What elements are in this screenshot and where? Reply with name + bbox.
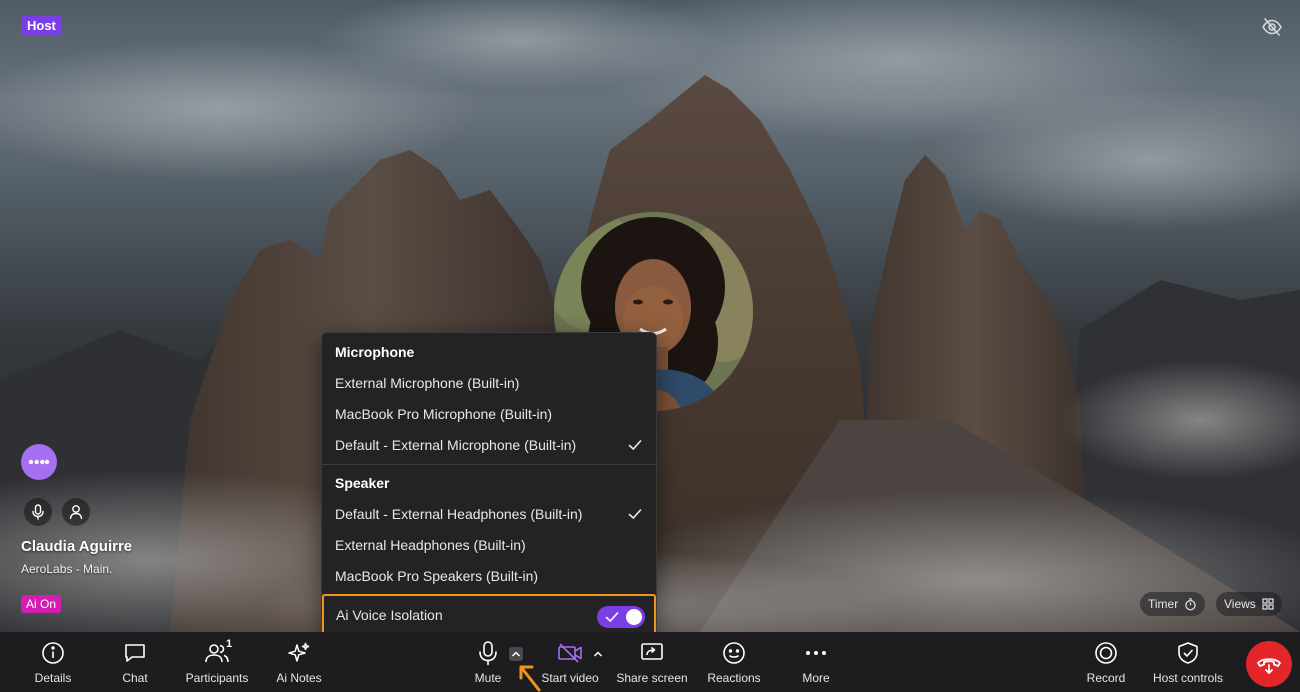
start-video-label: Start video (541, 671, 599, 685)
more-button[interactable]: More (776, 640, 856, 688)
details-button[interactable]: Details (13, 640, 93, 688)
ai-notes-label: Ai Notes (276, 671, 322, 685)
more-dots-icon[interactable] (21, 444, 57, 480)
info-icon (40, 640, 66, 666)
share-screen-button[interactable]: Share screen (612, 640, 692, 688)
shield-check-icon (1175, 640, 1201, 666)
stopwatch-icon (1185, 597, 1196, 610)
host-controls-label: Host controls (1152, 671, 1224, 685)
voice-isolation-row[interactable]: Ai Voice Isolation (322, 594, 656, 636)
speaker-heading: Speaker (335, 475, 390, 491)
ai-notes-button[interactable]: Ai Notes (259, 640, 339, 688)
microphone-heading: Microphone (335, 344, 415, 360)
toggle-knob (626, 609, 642, 625)
timer-label: Timer (1148, 597, 1179, 611)
microphone-option[interactable]: External Microphone (Built-in) (322, 369, 656, 397)
host-badge: Host (21, 16, 62, 35)
check-icon (605, 612, 619, 623)
chat-button[interactable]: Chat (95, 640, 175, 688)
microphone-option[interactable]: MacBook Pro Microphone (Built-in) (322, 400, 656, 428)
voice-isolation-label: Ai Voice Isolation (336, 607, 443, 623)
audio-options-chevron-up-icon[interactable] (509, 647, 523, 661)
participants-count-badge: 1 (226, 638, 233, 650)
chat-icon (122, 640, 148, 666)
microphone-icon (475, 640, 501, 666)
views-label: Views (1224, 597, 1256, 611)
reactions-button[interactable]: Reactions (694, 640, 774, 688)
more-label: More (802, 671, 830, 685)
checkmark-icon (628, 509, 642, 520)
speaker-option[interactable]: External Headphones (Built-in) (322, 531, 656, 559)
participants-label: Participants (185, 671, 249, 685)
eye-off-icon[interactable] (1261, 16, 1283, 38)
chat-label: Chat (122, 671, 148, 685)
host-controls-button[interactable]: Host controls (1148, 640, 1228, 688)
share-screen-label: Share screen (616, 671, 688, 685)
microphone-option-selected[interactable]: Default - External Microphone (Built-in) (322, 431, 656, 459)
meeting-toolbar: Details Chat Participants Ai Notes Mute … (0, 632, 1300, 692)
participant-org: AeroLabs - Main. (21, 562, 113, 576)
video-options-chevron-up-icon[interactable] (591, 647, 605, 661)
speaker-option[interactable]: MacBook Pro Speakers (Built-in) (322, 562, 656, 590)
pointer-arrow-icon (519, 665, 541, 692)
record-button[interactable]: Record (1066, 640, 1146, 688)
voice-isolation-toggle[interactable] (597, 606, 645, 628)
person-icon (62, 498, 90, 526)
menu-divider (322, 464, 656, 465)
sparkle-icon (286, 640, 312, 666)
reactions-label: Reactions (707, 671, 761, 685)
audio-device-menu: Microphone External Microphone (Built-in… (321, 332, 657, 638)
participants-button[interactable]: Participants (177, 640, 257, 688)
hang-up-icon (1257, 658, 1281, 674)
microphone-icon (24, 498, 52, 526)
smiley-icon (721, 640, 747, 666)
end-call-button[interactable] (1246, 641, 1292, 687)
speaker-option-selected[interactable]: Default - External Headphones (Built-in) (322, 500, 656, 528)
record-label: Record (1086, 671, 1126, 685)
video-off-icon (557, 640, 583, 666)
grid-icon (1262, 598, 1274, 610)
checkmark-icon (628, 440, 642, 451)
ellipsis-icon (803, 640, 829, 666)
share-screen-icon (639, 640, 665, 666)
ai-on-badge: Ai On (21, 595, 62, 613)
timer-button[interactable]: Timer (1140, 592, 1206, 616)
details-label: Details (34, 671, 72, 685)
views-button[interactable]: Views (1216, 592, 1282, 616)
record-icon (1093, 640, 1119, 666)
mute-label: Mute (474, 671, 502, 685)
participant-name: Claudia Aguirre (21, 538, 133, 555)
